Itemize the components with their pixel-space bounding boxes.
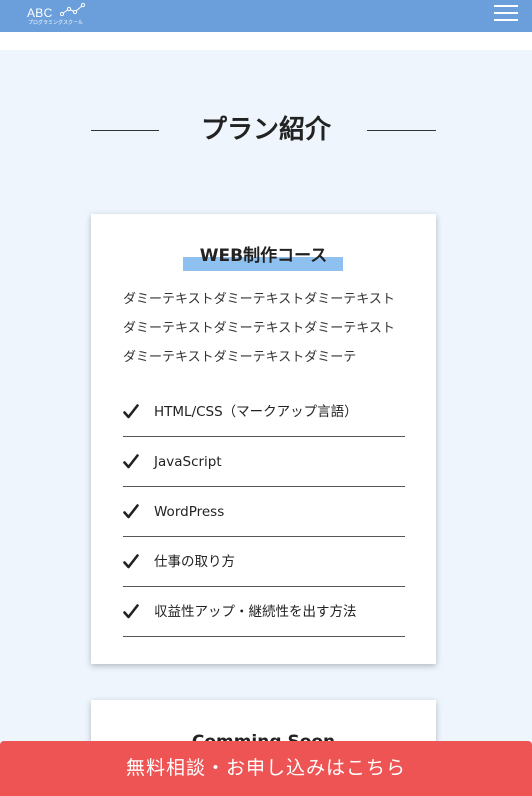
hamburger-menu-icon[interactable] xyxy=(494,5,518,23)
course-title: WEB制作コース xyxy=(199,246,328,266)
feature-item: HTML/CSS（マークアップ言語） xyxy=(123,387,405,437)
plan-section: プラン紹介 WEB制作コース ダミーテキストダミーテキストダミーテキストダミーテ… xyxy=(0,50,532,796)
course-card: WEB制作コース ダミーテキストダミーテキストダミーテキストダミーテキストダミー… xyxy=(91,214,436,664)
checkmark-icon xyxy=(123,454,139,469)
checkmark-icon xyxy=(123,504,139,519)
feature-item: 収益性アップ・継続性を出す方法 xyxy=(123,587,405,637)
logo-text: ABC xyxy=(27,6,53,20)
feature-label: 収益性アップ・継続性を出す方法 xyxy=(154,604,357,620)
feature-label: JavaScript xyxy=(154,454,222,470)
feature-item: WordPress xyxy=(123,487,405,537)
section-title: プラン紹介 xyxy=(200,115,331,145)
title-divider-right xyxy=(367,130,436,131)
checkmark-icon xyxy=(123,604,139,619)
feature-label: 仕事の取り方 xyxy=(154,554,235,570)
checkmark-icon xyxy=(123,554,139,569)
logo-subtitle: プログラミングスクール xyxy=(28,20,84,26)
course-description: ダミーテキストダミーテキストダミーテキストダミーテキストダミーテキストダミーテキ… xyxy=(123,292,395,365)
cta-label: 無料相談・お申し込みはこちら xyxy=(125,757,406,779)
section-title-wrap: プラン紹介 xyxy=(0,112,532,148)
feature-label: HTML/CSS（マークアップ言語） xyxy=(154,404,358,420)
feature-list: HTML/CSS（マークアップ言語） JavaScript WordPress … xyxy=(123,387,405,637)
consultation-cta-button[interactable]: 無料相談・お申し込みはこちら xyxy=(0,741,532,796)
site-header: ABC プログラミングスクール xyxy=(0,0,532,32)
feature-item: JavaScript xyxy=(123,437,405,487)
feature-item: 仕事の取り方 xyxy=(123,537,405,587)
logo-graph-icon xyxy=(60,3,86,17)
logo[interactable]: ABC プログラミングスクール xyxy=(27,3,107,29)
feature-label: WordPress xyxy=(154,504,225,520)
course-title-wrap: WEB制作コース xyxy=(91,244,436,274)
checkmark-icon xyxy=(123,404,139,419)
